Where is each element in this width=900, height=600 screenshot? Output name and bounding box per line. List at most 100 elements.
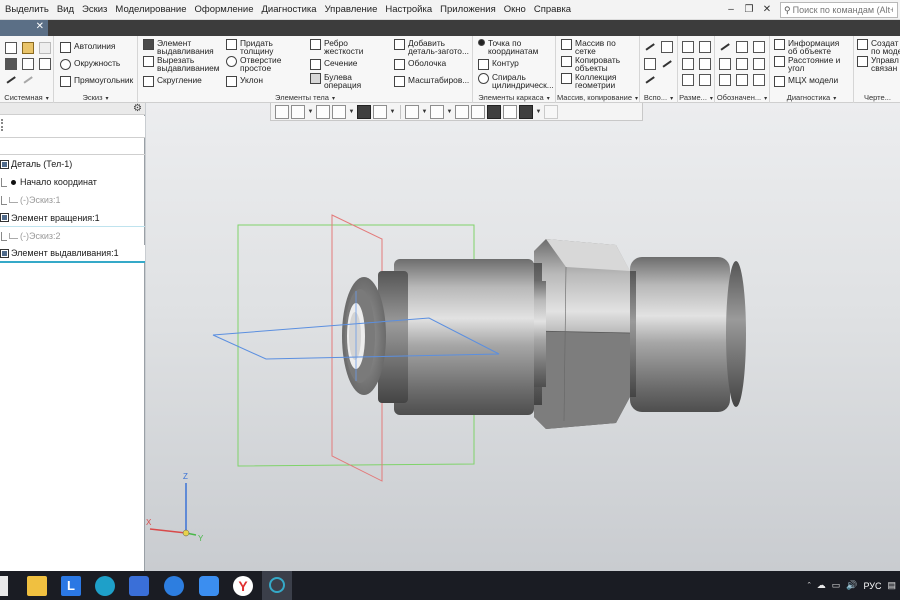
menu-settings[interactable]: Настройка	[381, 4, 436, 15]
shaded-icon[interactable]	[357, 104, 371, 119]
aux-axis-icon[interactable]	[644, 41, 656, 53]
aux-point-icon[interactable]	[644, 74, 656, 86]
copy-objects-button[interactable]: Копировать объекты	[561, 56, 620, 73]
menu-view[interactable]: Вид	[53, 4, 78, 15]
pan-icon[interactable]	[316, 104, 330, 119]
weld-icon[interactable]	[736, 74, 748, 86]
cut-extrude-button[interactable]: Вырезать выдавливанием	[143, 56, 220, 73]
kompas-active-tab[interactable]	[262, 571, 292, 600]
save-icon[interactable]	[22, 58, 34, 70]
tree-item-extrude[interactable]: Элемент выдавливания:1	[0, 245, 145, 263]
grid-icon[interactable]	[455, 104, 469, 119]
roughness-icon[interactable]	[736, 41, 748, 53]
print-icon[interactable]	[5, 58, 17, 70]
grid-array-button[interactable]: Массив по сетке	[561, 39, 616, 56]
command-search-input[interactable]	[792, 5, 893, 15]
add-part-button[interactable]: Добавить деталь-загото...	[394, 39, 469, 56]
menu-window[interactable]: Окно	[500, 4, 530, 15]
base-icon[interactable]	[719, 58, 731, 70]
aux-line-icon[interactable]	[661, 58, 673, 70]
filter-dropdown-icon[interactable]	[535, 105, 542, 119]
model-part[interactable]	[342, 239, 746, 429]
display-mode-icon[interactable]	[373, 104, 387, 119]
diam-dim-icon[interactable]	[699, 58, 711, 70]
edge-icon[interactable]	[95, 576, 115, 596]
command-search[interactable]: ⚲	[780, 2, 898, 18]
scale-button[interactable]: Масштабиров...	[394, 76, 469, 87]
menu-help[interactable]: Справка	[530, 4, 575, 15]
zoom-app-icon[interactable]	[199, 576, 219, 596]
minimize-icon[interactable]: –	[724, 3, 738, 16]
rectangle-button[interactable]: Прямоугольник	[60, 76, 133, 87]
tree-item-part[interactable]: Деталь (Тел-1)	[0, 155, 145, 173]
undo-icon[interactable]	[5, 74, 17, 86]
new-file-icon[interactable]	[5, 42, 17, 54]
extrude-button[interactable]: Элемент выдавливания	[143, 39, 214, 56]
tolerance-icon[interactable]	[753, 41, 765, 53]
menu-select[interactable]: Выделить	[0, 4, 53, 15]
store-icon[interactable]	[129, 576, 149, 596]
menu-diagnostics[interactable]: Диагностика	[257, 4, 320, 15]
network-icon[interactable]: ▭	[832, 580, 841, 591]
open-folder-icon[interactable]	[22, 42, 34, 54]
snap-icon[interactable]	[471, 104, 485, 119]
aux-cs-icon[interactable]	[644, 58, 656, 70]
tab-close-icon[interactable]: ✕	[36, 21, 44, 32]
aux-plane-icon[interactable]	[661, 41, 673, 53]
close-icon[interactable]: ✕	[760, 3, 774, 16]
menu-sketch[interactable]: Эскиз	[78, 4, 111, 15]
draft-button[interactable]: Уклон	[226, 76, 263, 87]
zoom-icon[interactable]	[291, 104, 305, 119]
3d-viewport[interactable]: Z X Y	[146, 103, 900, 571]
orient-icon[interactable]	[332, 104, 346, 119]
app-l-icon[interactable]: L	[61, 576, 81, 596]
volume-icon[interactable]: 🔊	[846, 580, 857, 591]
section-dropdown-icon[interactable]	[446, 105, 453, 119]
menu-apps[interactable]: Приложения	[436, 4, 500, 15]
display-dropdown-icon[interactable]	[389, 105, 396, 119]
mass-props-button[interactable]: МЦХ модели	[774, 76, 838, 87]
radial-dim-icon[interactable]	[699, 41, 711, 53]
file-explorer-icon[interactable]	[27, 576, 47, 596]
hole-button[interactable]: Отверстие простое	[226, 56, 281, 73]
perspective-icon[interactable]	[487, 104, 501, 119]
shell-button[interactable]: Оболочка	[394, 59, 446, 70]
tree-item-revolve[interactable]: Элемент вращения:1	[0, 209, 145, 227]
manage-links-button[interactable]: Управл связан	[857, 56, 899, 73]
angle-dim-icon[interactable]	[682, 58, 694, 70]
create-drawing-button[interactable]: Создат по моде	[857, 39, 900, 56]
fillet-button[interactable]: Скругление	[143, 76, 202, 87]
zoom-dropdown-icon[interactable]	[307, 105, 314, 119]
mark-icon[interactable]	[719, 74, 731, 86]
contour-button[interactable]: Контур	[478, 59, 519, 70]
menu-design[interactable]: Оформление	[191, 4, 258, 15]
point-by-coords-button[interactable]: Точка по координатам	[478, 39, 538, 56]
restore-icon[interactable]: ❐	[742, 3, 756, 16]
cube-icon[interactable]	[503, 104, 517, 119]
app-circles-icon[interactable]	[164, 576, 184, 596]
section-view-icon[interactable]	[430, 104, 444, 119]
yandex-browser-icon[interactable]: Y	[233, 576, 253, 596]
chain-dim-icon[interactable]	[682, 74, 694, 86]
geometry-collection-button[interactable]: Коллекция геометрии	[561, 73, 616, 90]
text-icon[interactable]	[753, 58, 765, 70]
document-tab[interactable]: ✕	[0, 20, 48, 36]
tree-filter-bar[interactable]	[0, 139, 145, 155]
properties-icon[interactable]	[39, 58, 51, 70]
fit-all-icon[interactable]	[275, 104, 289, 119]
hide-dropdown-icon[interactable]	[421, 105, 428, 119]
notification-icon[interactable]: ▤	[887, 580, 896, 591]
boolean-button[interactable]: Булева операция	[310, 73, 361, 90]
section-button[interactable]: Сечение	[310, 59, 357, 70]
thicken-button[interactable]: Придать толщину	[226, 39, 273, 56]
hide-icon[interactable]	[405, 104, 419, 119]
orient-dropdown-icon[interactable]	[348, 105, 355, 119]
start-icon[interactable]	[0, 576, 8, 596]
filter-icon[interactable]	[519, 104, 533, 119]
chevron-up-icon[interactable]: ˆ	[808, 581, 811, 591]
cloud-icon[interactable]: ☁	[817, 580, 826, 591]
arc-dim-icon[interactable]	[699, 74, 711, 86]
spiral-button[interactable]: Спираль цилиндрическ...	[478, 73, 554, 90]
pen-icon[interactable]	[719, 41, 731, 53]
leader-icon[interactable]	[736, 58, 748, 70]
